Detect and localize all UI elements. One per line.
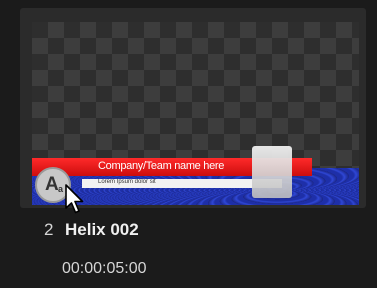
clip-preview[interactable]: Company/Team name here Lorem Ipsum dolor… — [32, 22, 359, 205]
clip-title[interactable]: Helix 002 — [65, 220, 139, 240]
media-item-root: Company/Team name here Lorem Ipsum dolor… — [0, 0, 377, 288]
mouse-pointer-icon — [65, 184, 84, 214]
lower-third-title: Company/Team name here — [98, 160, 225, 172]
font-badge-letter: A — [45, 174, 59, 195]
font-badge-sub-letter: a — [58, 184, 64, 194]
lower-third-logo-placeholder — [252, 146, 292, 198]
lower-third-subtitle: Lorem Ipsum dolor sit — [98, 179, 156, 185]
clip-duration: 00:00:05:00 — [62, 260, 147, 277]
clip-thumbnail-card[interactable]: Company/Team name here Lorem Ipsum dolor… — [20, 8, 366, 208]
clip-index: 2 — [44, 220, 54, 239]
